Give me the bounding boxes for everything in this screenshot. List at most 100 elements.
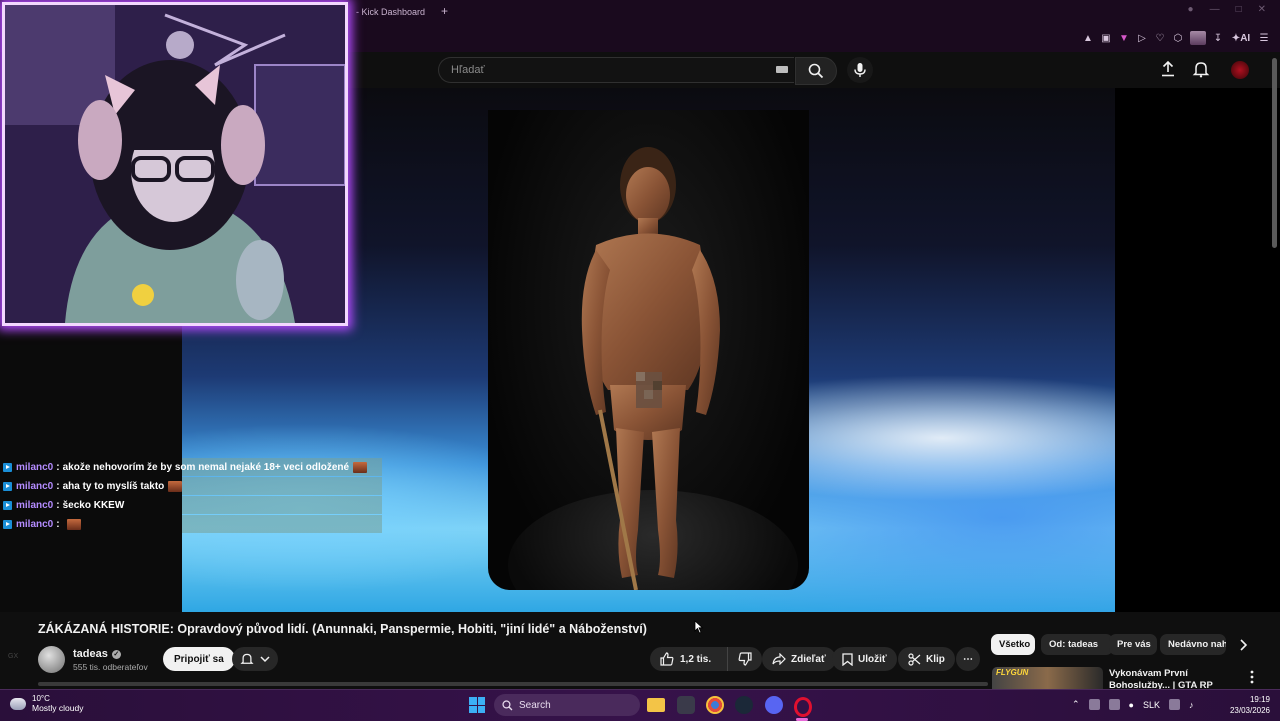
windows-logo-tile <box>469 705 477 713</box>
bell-icon <box>240 653 254 664</box>
chat-message: milanc0: šecko KKEW <box>0 496 382 514</box>
weather-temperature: 10°C <box>32 694 50 703</box>
send-icon[interactable]: ▷ <box>1136 32 1148 44</box>
recommended-video-title[interactable]: Vykonávam První Bohoslužby... | GTA RP <box>1109 668 1244 690</box>
language-indicator[interactable]: SLK <box>1143 700 1160 710</box>
dislike-button[interactable] <box>726 647 762 671</box>
chat-username: milanc0 <box>16 499 54 511</box>
video-details: ZÁKÁZANÁ HISTORIE: Opravdový původ lidí.… <box>28 612 988 696</box>
recommended-more-button[interactable] <box>1250 670 1254 689</box>
new-tab-button[interactable]: + <box>441 4 448 18</box>
pin-icon[interactable]: ▲ <box>1082 32 1094 44</box>
like-button[interactable]: 1,2 tis. <box>650 647 722 671</box>
minimize-icon[interactable]: — <box>1210 4 1220 15</box>
start-button[interactable] <box>469 697 485 713</box>
chip-for-you[interactable]: Pre vás <box>1109 634 1157 655</box>
store-icon[interactable] <box>677 696 695 714</box>
close-icon[interactable]: ✕ <box>1258 4 1266 15</box>
verified-icon: ✓ <box>111 649 121 659</box>
network-icon[interactable] <box>1169 699 1180 710</box>
create-button[interactable] <box>1159 60 1177 83</box>
gx-label: GX <box>8 653 19 660</box>
mouse-cursor-icon <box>694 620 704 639</box>
keyboard-icon[interactable] <box>776 66 788 73</box>
youtube-header <box>355 52 1280 88</box>
menu-icon[interactable]: ☰ <box>1258 32 1270 44</box>
search-button[interactable] <box>795 57 837 85</box>
shield-icon[interactable]: ▼ <box>1118 32 1130 44</box>
kebab-menu-icon <box>1250 670 1254 684</box>
volume-icon[interactable]: ♪ <box>1189 700 1194 710</box>
discord-icon[interactable] <box>765 696 783 714</box>
voice-search-button[interactable] <box>847 57 873 83</box>
windows-logo-tile <box>477 697 485 705</box>
clock-time: 19:19 <box>1249 695 1270 704</box>
chrome-icon[interactable] <box>706 696 724 714</box>
save-button[interactable]: Uložiť <box>832 647 897 671</box>
account-avatar[interactable] <box>1231 61 1249 79</box>
search-icon <box>502 699 513 710</box>
windows-taskbar: 10°C Mostly cloudy Search ⌃ ● SLK ♪ 19:1… <box>0 689 1280 721</box>
opera-gx-icon[interactable] <box>794 697 812 717</box>
share-button[interactable]: Zdieľať <box>762 647 836 671</box>
chevron-down-icon <box>260 656 270 663</box>
taskbar-search[interactable]: Search <box>494 694 640 716</box>
chat-username: milanc0 <box>16 461 54 473</box>
emote-icon <box>353 461 368 473</box>
channel-name-link[interactable]: tadeas ✓ <box>73 648 121 660</box>
chip-all[interactable]: Všetko <box>991 634 1035 655</box>
search-input[interactable] <box>449 63 753 77</box>
cloud-icon <box>10 697 26 710</box>
mic-icon[interactable]: ● <box>1129 700 1134 710</box>
download-icon[interactable]: ↧ <box>1212 32 1224 44</box>
chat-message: milanc0: aha ty to myslíš takto <box>0 477 382 495</box>
chat-text: aha ty to myslíš takto <box>62 480 165 492</box>
like-dislike-group: 1,2 tis. <box>650 647 762 671</box>
clock-date: 23/03/2026 <box>1229 706 1270 715</box>
clip-button[interactable]: Klip <box>898 647 955 671</box>
chips-next-button[interactable] <box>1238 638 1248 656</box>
chat-message: milanc0: <box>0 515 382 533</box>
maximize-icon[interactable]: □ <box>1236 4 1242 15</box>
kick-badge-icon <box>3 519 12 529</box>
chat-text: šecko KKEW <box>62 499 125 511</box>
share-icon <box>772 653 786 665</box>
tray-app-icon[interactable] <box>1108 699 1120 710</box>
bell-icon <box>1192 62 1210 78</box>
chip-recently-uploaded[interactable]: Nedávno nah <box>1160 634 1226 655</box>
join-button[interactable]: Pripojiť sa <box>163 647 235 671</box>
steam-icon[interactable] <box>735 696 753 714</box>
search-box <box>438 57 794 83</box>
tab-title: - Kick Dashboard <box>356 7 426 17</box>
profile-avatar[interactable] <box>1190 31 1206 45</box>
search-tabs-icon[interactable]: ● <box>1188 4 1194 15</box>
taskbar-search-label: Search <box>519 699 551 711</box>
weather-widget[interactable]: 10°C Mostly cloudy <box>10 694 84 713</box>
chip-from-channel[interactable]: Od: tadeas <box>1041 634 1113 655</box>
share-label: Zdieľať <box>791 653 826 665</box>
filter-chips: Všetko Od: tadeas Pre vás Nedávno nah <box>991 634 1251 656</box>
page-scrollbar[interactable] <box>1272 58 1277 248</box>
extensions-bar: ▲ ▣ ▼ ▷ ♡ ⬡ ↧ ✦ AI ☰ <box>1082 30 1270 46</box>
subscription-notify-button[interactable] <box>232 647 278 671</box>
channel-avatar[interactable] <box>38 646 65 673</box>
snapshot-icon[interactable]: ▣ <box>1100 32 1112 44</box>
cube-icon[interactable]: ⬡ <box>1172 32 1184 44</box>
more-actions-button[interactable]: ⋯ <box>956 647 980 671</box>
ai-button[interactable]: ✦ AI <box>1230 32 1252 44</box>
system-tray: ⌃ ● SLK ♪ <box>1072 699 1194 710</box>
file-explorer-icon[interactable] <box>647 698 665 712</box>
recommended-video-thumbnail[interactable]: FLYGUN <box>992 667 1103 689</box>
tab-kick-dashboard[interactable]: - Kick Dashboard <box>356 4 425 20</box>
chat-message: milanc0: akože nehovorím že by som nemal… <box>0 458 382 476</box>
kick-badge-icon <box>3 481 12 491</box>
chat-separator: : <box>56 461 60 473</box>
notifications-button[interactable] <box>1192 60 1210 83</box>
tray-app-icon[interactable] <box>1088 699 1100 710</box>
window-controls: ● — □ ✕ <box>1188 4 1266 15</box>
kick-badge-icon <box>3 462 12 472</box>
thumbs-up-icon <box>660 652 674 666</box>
system-clock[interactable]: 19:19 23/03/2026 <box>1228 694 1270 716</box>
heart-icon[interactable]: ♡ <box>1154 32 1166 44</box>
chevron-up-icon[interactable]: ⌃ <box>1072 699 1080 710</box>
